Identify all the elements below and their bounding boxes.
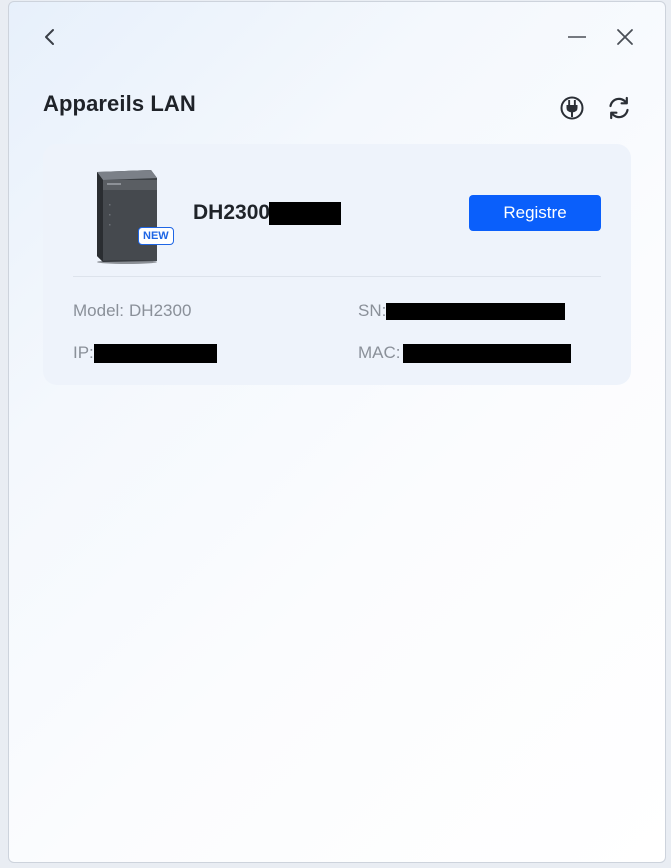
- device-name-text: DH2300: [193, 201, 271, 224]
- model-label: Model:: [73, 301, 125, 320]
- model-value: DH2300: [129, 301, 192, 320]
- ip-label: IP:: [73, 343, 94, 362]
- minimize-button[interactable]: [564, 22, 590, 52]
- minimize-icon: [568, 36, 586, 38]
- mac-info: MAC:: [358, 343, 571, 363]
- redacted-block: [402, 343, 571, 363]
- device-card[interactable]: NEW DH2300 Registre Model: DH2300 SN: IP…: [43, 144, 631, 385]
- serial-number-info: SN:: [358, 301, 566, 321]
- new-badge: NEW: [138, 227, 174, 245]
- power-plug-button[interactable]: [557, 93, 587, 123]
- chevron-left-icon: [45, 29, 54, 45]
- sn-label: SN:: [358, 301, 387, 320]
- redacted-block: [386, 302, 566, 320]
- page-title: Appareils LAN: [43, 91, 196, 116]
- back-button[interactable]: [37, 22, 63, 52]
- close-button[interactable]: [612, 22, 638, 52]
- plug-icon: [560, 96, 584, 120]
- model-info: Model: DH2300: [73, 301, 191, 321]
- redacted-block: [269, 201, 342, 225]
- device-name: DH2300: [193, 201, 342, 225]
- close-icon: [617, 29, 633, 45]
- mac-label: MAC:: [358, 343, 401, 362]
- register-button[interactable]: Registre: [469, 195, 601, 231]
- refresh-button[interactable]: [604, 93, 634, 123]
- nas-device-image: [97, 170, 157, 264]
- divider: [73, 276, 601, 277]
- ip-info: IP:: [73, 343, 217, 363]
- redacted-block: [93, 343, 217, 363]
- app-window: Appareils LAN NEW DH2300 Registre Model:…: [8, 1, 666, 863]
- refresh-icon: [609, 96, 629, 120]
